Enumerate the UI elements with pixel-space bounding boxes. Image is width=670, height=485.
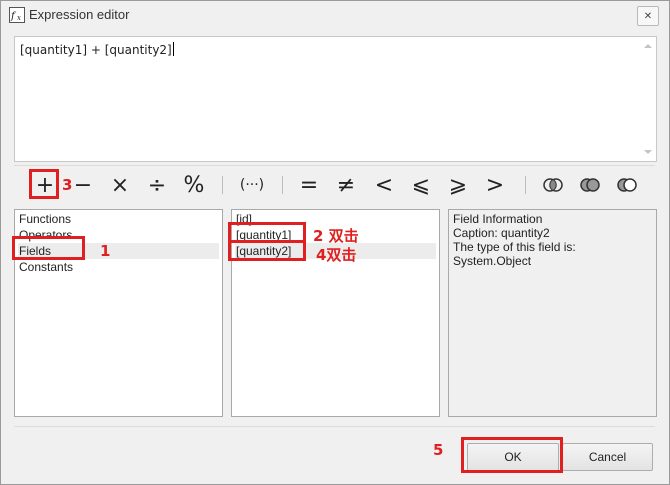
expression-input[interactable]: [quantity1] + [quantity2]	[14, 36, 657, 162]
less-than-icon: <	[374, 172, 394, 198]
divide-operator-button[interactable]: ÷	[142, 167, 172, 203]
equals-icon: =	[299, 172, 319, 198]
greater-or-equal-operator-button[interactable]: ⩾	[443, 167, 473, 203]
annotation-highlight-ok	[461, 437, 563, 473]
divider	[14, 165, 655, 166]
greater-than-operator-button[interactable]: >	[480, 167, 510, 203]
cancel-button[interactable]: Cancel	[562, 443, 653, 471]
minus-operator-button[interactable]: −	[68, 167, 98, 203]
minus-icon: −	[73, 172, 93, 198]
info-heading: Field Information	[453, 212, 543, 226]
title-bar: f x Expression editor ✕	[1, 1, 669, 29]
not-equals-operator-button[interactable]: ≠	[331, 167, 361, 203]
info-type-label: The type of this field is:	[453, 240, 576, 254]
less-or-equal-operator-button[interactable]: ⩽	[406, 167, 436, 203]
annotation-step-3: 3	[62, 176, 73, 194]
text-caret	[172, 42, 174, 56]
list-item-label: Constants	[19, 260, 74, 274]
annotation-step-1: 1	[100, 242, 111, 260]
svg-text:x: x	[17, 14, 21, 22]
intersect-operator-button[interactable]	[538, 167, 568, 203]
multiply-operator-button[interactable]: ×	[105, 167, 135, 203]
greater-or-equal-icon: ⩾	[448, 172, 468, 198]
intersect-icon	[543, 178, 563, 192]
editor-scrollbar[interactable]	[641, 38, 655, 160]
category-item-constants[interactable]: Constants	[18, 259, 219, 275]
annotation-highlight-fields	[12, 236, 85, 260]
list-item-label: Functions	[19, 212, 72, 226]
less-than-operator-button[interactable]: <	[369, 167, 399, 203]
union-icon	[580, 178, 600, 192]
toolbar-separator	[222, 176, 223, 194]
cancel-label: Cancel	[588, 450, 627, 464]
expression-text: [quantity1] + [quantity2]	[20, 42, 174, 57]
info-type-value: System.Object	[453, 254, 532, 268]
scroll-up-icon[interactable]	[644, 44, 652, 48]
close-button[interactable]: ✕	[637, 6, 659, 26]
info-caption: Caption: quantity2	[453, 226, 550, 240]
function-icon: f x	[9, 7, 25, 23]
toolbar-separator	[525, 176, 526, 194]
multiply-icon: ×	[110, 172, 130, 198]
toolbar-separator	[282, 176, 283, 194]
field-information-panel: Field Information Caption: quantity2 The…	[448, 209, 657, 417]
not-equals-icon: ≠	[336, 172, 356, 198]
divide-icon: ÷	[147, 172, 167, 198]
expression-value: [quantity1] + [quantity2]	[20, 43, 172, 57]
annotation-step-4: 4双击	[316, 246, 357, 264]
window-title: Expression editor	[29, 7, 130, 22]
union-operator-button[interactable]	[575, 167, 605, 203]
divider	[14, 426, 655, 427]
operator-toolbar: + − × ÷ % (···) = ≠ < ⩽ ⩾ >	[1, 167, 670, 205]
parentheses-icon: (···)	[239, 177, 265, 193]
greater-than-icon: >	[485, 172, 505, 198]
difference-icon	[617, 178, 637, 192]
annotation-highlight-quantity2	[228, 240, 306, 261]
equals-operator-button[interactable]: =	[294, 167, 324, 203]
difference-operator-button[interactable]	[612, 167, 642, 203]
parentheses-operator-button[interactable]: (···)	[233, 167, 271, 203]
scroll-down-icon[interactable]	[644, 150, 652, 154]
annotation-step-5: 5	[433, 441, 444, 459]
modulo-operator-button[interactable]: %	[179, 167, 209, 203]
annotation-highlight-plus	[29, 169, 59, 199]
category-item-functions[interactable]: Functions	[18, 211, 219, 227]
less-or-equal-icon: ⩽	[411, 172, 431, 198]
close-icon: ✕	[643, 10, 653, 22]
annotation-step-2: 2 双击	[313, 227, 359, 245]
percent-icon: %	[183, 172, 205, 198]
